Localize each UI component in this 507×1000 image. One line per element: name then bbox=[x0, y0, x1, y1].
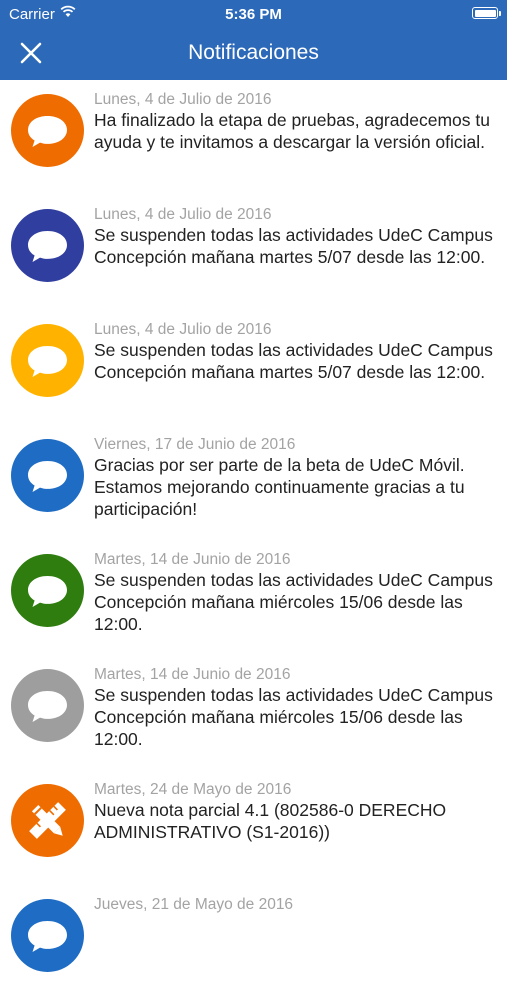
notification-item[interactable]: Martes, 24 de Mayo de 2016 Nueva nota par… bbox=[0, 770, 507, 885]
notification-message: Se suspenden todas las actividades UdeC … bbox=[94, 570, 493, 634]
battery-icon bbox=[472, 7, 501, 19]
notification-date: Lunes, 4 de Julio de 2016 bbox=[94, 91, 272, 108]
notification-item[interactable]: Martes, 14 de Junio de 2016 Se suspenden … bbox=[0, 655, 507, 770]
notification-item[interactable]: Martes, 14 de Junio de 2016 Se suspenden … bbox=[0, 540, 507, 655]
chat-bubble-icon bbox=[28, 921, 67, 952]
notification-message: Se suspenden todas las actividades UdeC … bbox=[94, 685, 493, 749]
notifications-list: Lunes, 4 de Julio de 2016 Ha finalizado l… bbox=[0, 80, 507, 1000]
status-bar: Carrier 5:36 PM bbox=[0, 0, 507, 28]
notification-item[interactable]: Lunes, 4 de Julio de 2016 Se suspenden to… bbox=[0, 195, 507, 310]
notification-avatar bbox=[11, 209, 84, 282]
chat-bubble-icon bbox=[28, 231, 67, 262]
notification-date: Lunes, 4 de Julio de 2016 bbox=[94, 321, 272, 338]
grade-pencil-ruler-icon bbox=[29, 802, 66, 839]
notification-avatar bbox=[11, 324, 84, 397]
notification-avatar bbox=[11, 784, 84, 857]
notification-message: Ha finalizado la etapa de pruebas, agrad… bbox=[94, 110, 490, 152]
notification-date: Lunes, 4 de Julio de 2016 bbox=[94, 206, 272, 223]
notification-item[interactable]: Lunes, 4 de Julio de 2016 Se suspenden to… bbox=[0, 310, 507, 425]
notification-message: Gracias por ser parte de la beta de UdeC… bbox=[94, 455, 465, 519]
notification-avatar bbox=[11, 439, 84, 512]
notification-item[interactable]: Jueves, 21 de Mayo de 2016 bbox=[0, 885, 507, 1000]
notification-date: Martes, 14 de Junio de 2016 bbox=[94, 666, 291, 683]
app-header: Carrier 5:36 PM Notificaciones bbox=[0, 0, 507, 80]
chat-bubble-icon bbox=[28, 116, 67, 147]
notification-message: Nueva nota parcial 4.1 (802586-0 DERECHO… bbox=[94, 800, 447, 842]
notification-date: Jueves, 21 de Mayo de 2016 bbox=[94, 896, 294, 913]
notification-message: Se suspenden todas las actividades UdeC … bbox=[94, 225, 493, 267]
chat-bubble-icon bbox=[28, 346, 67, 377]
notification-avatar bbox=[11, 554, 84, 627]
notification-item[interactable]: Viernes, 17 de Junio de 2016 Gracias por … bbox=[0, 425, 507, 540]
notification-avatar bbox=[11, 899, 84, 972]
notification-message: Se suspenden todas las actividades UdeC … bbox=[94, 340, 493, 382]
chat-bubble-icon bbox=[28, 691, 67, 722]
chat-bubble-icon bbox=[28, 576, 67, 607]
notification-item[interactable]: Lunes, 4 de Julio de 2016 Ha finalizado l… bbox=[0, 80, 507, 195]
notification-date: Martes, 24 de Mayo de 2016 bbox=[94, 781, 292, 798]
chat-bubble-icon bbox=[28, 461, 67, 492]
notification-date: Martes, 14 de Junio de 2016 bbox=[94, 551, 291, 568]
notification-avatar bbox=[11, 94, 84, 167]
notification-avatar bbox=[11, 669, 84, 742]
notification-date: Viernes, 17 de Junio de 2016 bbox=[94, 436, 296, 453]
status-time: 5:36 PM bbox=[225, 6, 282, 23]
page-title: Notificaciones bbox=[188, 41, 319, 64]
